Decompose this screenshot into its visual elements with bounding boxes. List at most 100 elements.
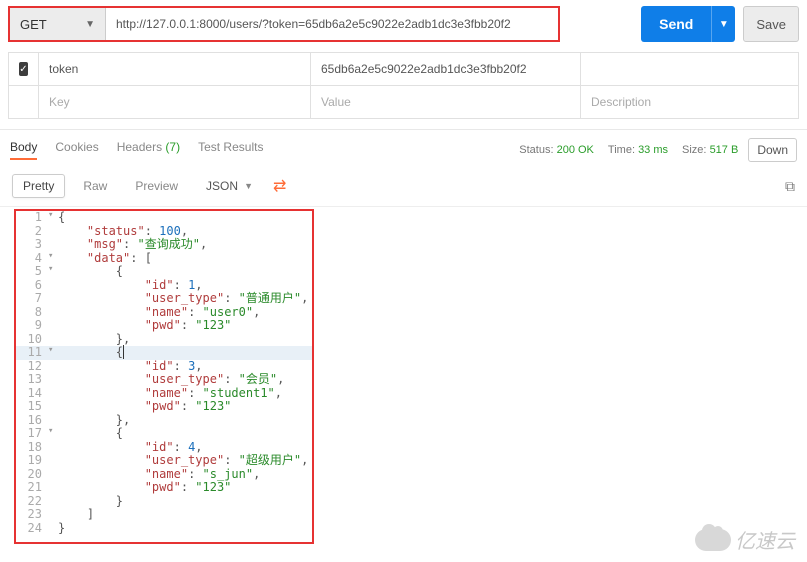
tab-headers[interactable]: Headers (7) <box>117 140 180 160</box>
code-line[interactable]: 1▾{ <box>16 211 312 225</box>
tab-headers-label: Headers <box>117 140 162 154</box>
send-button[interactable]: Send <box>641 6 711 42</box>
code-content: "pwd": "123" <box>58 400 231 414</box>
param-desc-placeholder[interactable]: Description <box>581 86 799 118</box>
fold-icon <box>48 306 58 320</box>
checkbox-checked-icon: ✓ <box>19 62 28 76</box>
code-line[interactable]: 19 "user_type": "超级用户", <box>16 454 312 468</box>
code-content: "data": [ <box>58 252 152 266</box>
code-line[interactable]: 14 "name": "student1", <box>16 387 312 401</box>
fold-icon[interactable]: ▾ <box>48 211 58 225</box>
code-line[interactable]: 13 "user_type": "会员", <box>16 373 312 387</box>
code-line[interactable]: 3 "msg": "查询成功", <box>16 238 312 252</box>
code-content: "user_type": "超级用户", <box>58 454 308 468</box>
param-value-cell[interactable]: 65db6a2e5c9022e2adb1dc3e3fbb20f2 <box>311 53 581 85</box>
fold-icon <box>48 414 58 428</box>
url-input[interactable] <box>106 8 558 40</box>
wrap-lines-icon[interactable]: ⇄ <box>273 176 286 196</box>
code-line[interactable]: 12 "id": 3, <box>16 360 312 374</box>
download-button[interactable]: Down <box>748 138 797 162</box>
view-pretty[interactable]: Pretty <box>12 174 65 198</box>
copy-icon[interactable]: ⧉ <box>785 178 795 195</box>
code-content: }, <box>58 414 130 428</box>
line-number: 23 <box>16 508 48 522</box>
fold-icon <box>48 238 58 252</box>
code-line[interactable]: 22 } <box>16 495 312 509</box>
tab-body[interactable]: Body <box>10 140 37 160</box>
code-content: "id": 3, <box>58 360 203 374</box>
line-number: 18 <box>16 441 48 455</box>
line-number: 1 <box>16 211 48 225</box>
code-content: "msg": "查询成功", <box>58 238 207 252</box>
line-number: 10 <box>16 333 48 347</box>
fold-icon <box>48 292 58 306</box>
status-meta: Status: 200 OK <box>519 144 594 156</box>
fold-icon <box>48 522 58 536</box>
code-line[interactable]: 16 }, <box>16 414 312 428</box>
param-value-placeholder[interactable]: Value <box>311 86 581 118</box>
code-content: "name": "student1", <box>58 387 282 401</box>
code-content: "pwd": "123" <box>58 481 231 495</box>
line-number: 4 <box>16 252 48 266</box>
code-content: }, <box>58 333 130 347</box>
param-checkbox-cell[interactable] <box>9 86 39 118</box>
code-line[interactable]: 20 "name": "s_jun", <box>16 468 312 482</box>
format-select[interactable]: JSON ▼ <box>196 175 263 197</box>
line-number: 11 <box>16 346 48 360</box>
tab-cookies[interactable]: Cookies <box>55 140 98 160</box>
line-number: 15 <box>16 400 48 414</box>
fold-icon <box>48 225 58 239</box>
send-dropdown-button[interactable]: ▼ <box>711 6 735 42</box>
tab-tests[interactable]: Test Results <box>198 140 263 160</box>
code-line[interactable]: 6 "id": 1, <box>16 279 312 293</box>
line-number: 7 <box>16 292 48 306</box>
code-content: } <box>58 522 65 536</box>
code-line[interactable]: 5▾ { <box>16 265 312 279</box>
code-line[interactable]: 21 "pwd": "123" <box>16 481 312 495</box>
http-method-select[interactable]: GET ▼ <box>10 8 106 40</box>
line-number: 13 <box>16 373 48 387</box>
param-desc-cell[interactable] <box>581 53 799 85</box>
fold-icon[interactable]: ▾ <box>48 427 58 441</box>
line-number: 22 <box>16 495 48 509</box>
time-meta: Time: 33 ms <box>608 144 668 156</box>
fold-icon[interactable]: ▾ <box>48 346 58 360</box>
code-content: ] <box>58 508 94 522</box>
code-line[interactable]: 9 "pwd": "123" <box>16 319 312 333</box>
line-number: 12 <box>16 360 48 374</box>
code-line[interactable]: 10 }, <box>16 333 312 347</box>
fold-icon <box>48 454 58 468</box>
fold-icon <box>48 468 58 482</box>
response-body-code[interactable]: 1▾{2 "status": 100,3 "msg": "查询成功",4▾ "d… <box>14 209 314 544</box>
format-label: JSON <box>206 179 238 193</box>
view-preview[interactable]: Preview <box>125 175 188 197</box>
method-url-group: GET ▼ <box>8 6 560 42</box>
line-number: 20 <box>16 468 48 482</box>
code-content: "name": "s_jun", <box>58 468 260 482</box>
fold-icon <box>48 441 58 455</box>
param-key-placeholder[interactable]: Key <box>39 86 311 118</box>
save-button[interactable]: Save <box>743 6 799 42</box>
watermark-text: 亿速云 <box>735 525 795 554</box>
fold-icon[interactable]: ▾ <box>48 265 58 279</box>
cloud-icon <box>695 529 731 551</box>
response-meta: Status: 200 OK Time: 33 ms Size: 517 B <box>519 144 738 156</box>
code-line[interactable]: 2 "status": 100, <box>16 225 312 239</box>
code-line[interactable]: 4▾ "data": [ <box>16 252 312 266</box>
code-line[interactable]: 18 "id": 4, <box>16 441 312 455</box>
fold-icon <box>48 508 58 522</box>
code-line[interactable]: 11▾ { <box>16 346 312 360</box>
line-number: 2 <box>16 225 48 239</box>
code-line[interactable]: 15 "pwd": "123" <box>16 400 312 414</box>
code-line[interactable]: 24} <box>16 522 312 536</box>
line-number: 14 <box>16 387 48 401</box>
code-line[interactable]: 23 ] <box>16 508 312 522</box>
code-line[interactable]: 17▾ { <box>16 427 312 441</box>
code-line[interactable]: 7 "user_type": "普通用户", <box>16 292 312 306</box>
view-raw[interactable]: Raw <box>73 175 117 197</box>
line-number: 21 <box>16 481 48 495</box>
code-line[interactable]: 8 "name": "user0", <box>16 306 312 320</box>
param-key-cell[interactable]: token <box>39 53 311 85</box>
param-checkbox-cell[interactable]: ✓ <box>9 53 39 85</box>
fold-icon[interactable]: ▾ <box>48 252 58 266</box>
